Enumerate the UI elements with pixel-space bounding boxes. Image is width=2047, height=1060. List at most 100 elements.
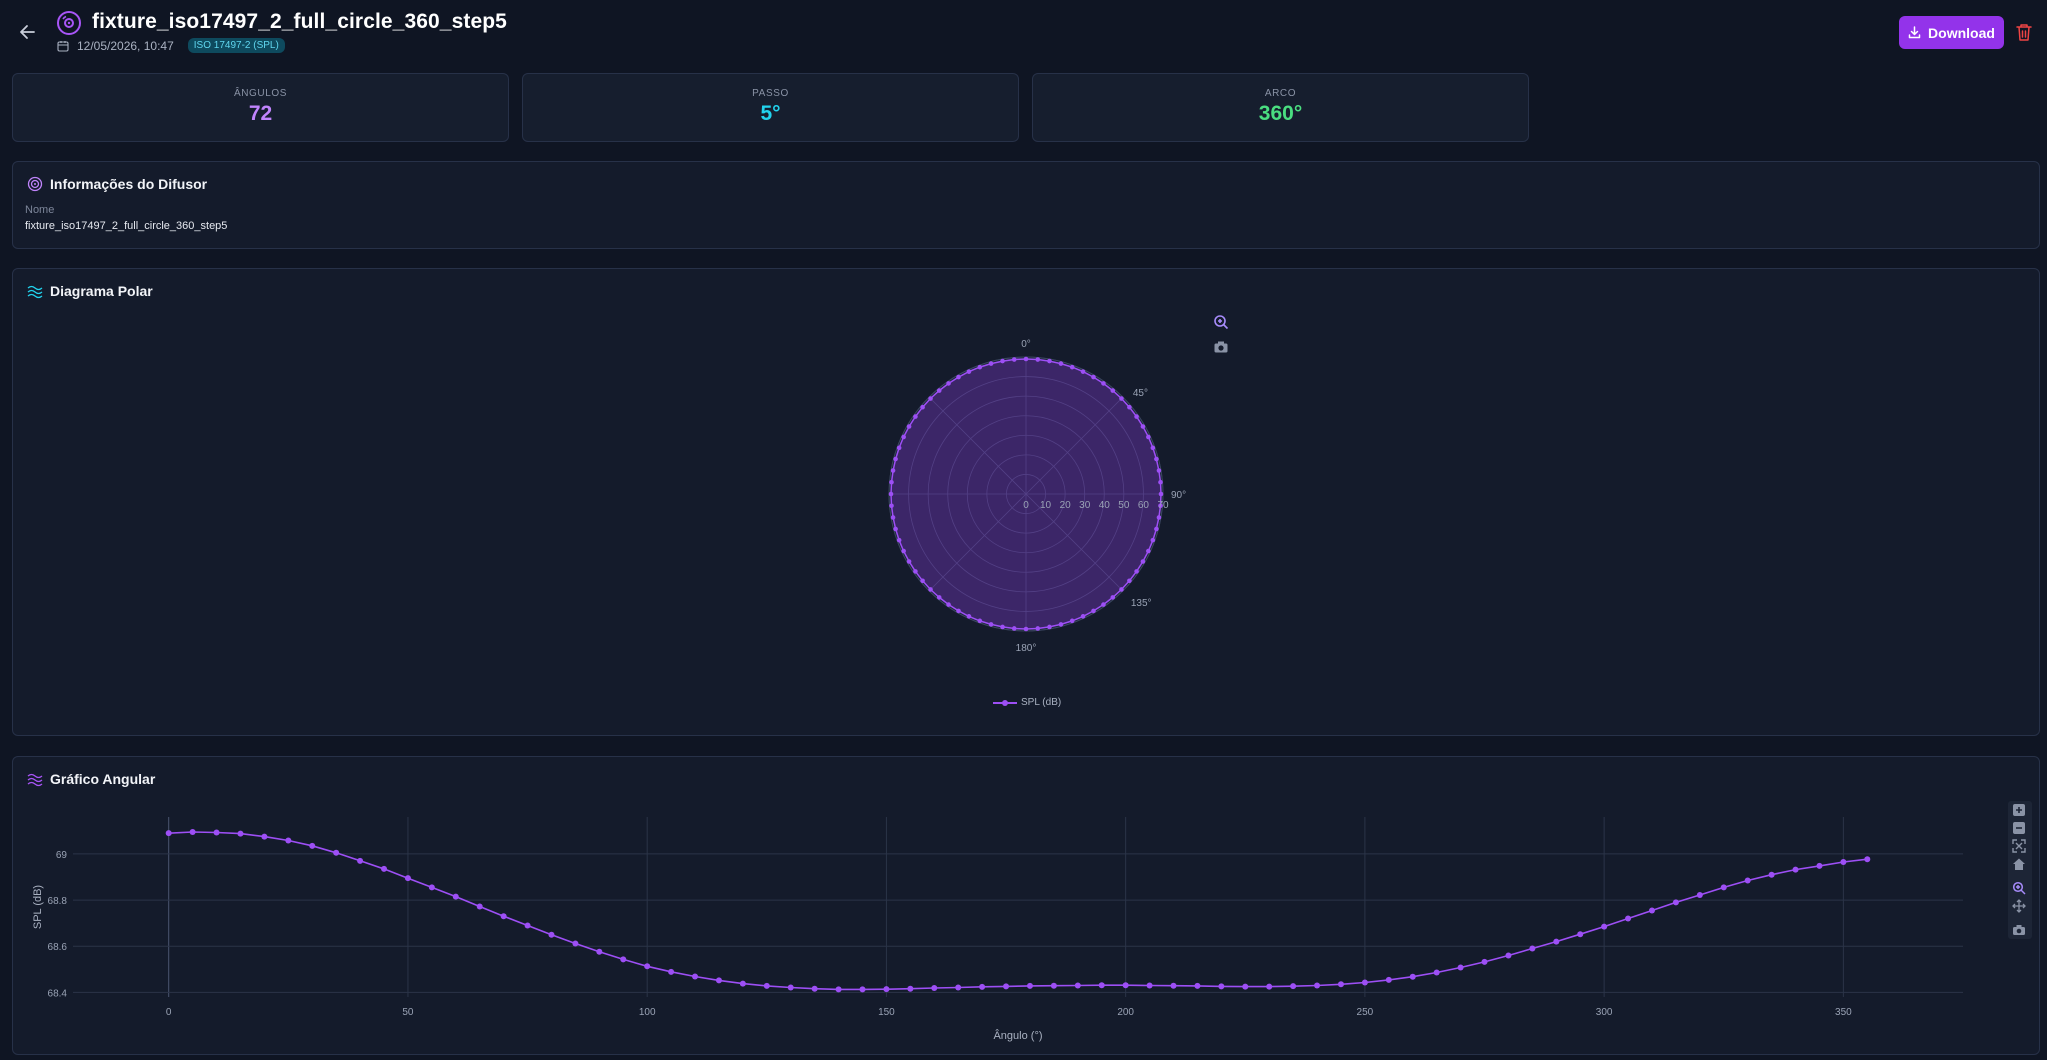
- data-point: [1577, 931, 1584, 938]
- camera-icon[interactable]: [1213, 339, 1229, 355]
- polar-radial-tick: 0: [1023, 500, 1029, 511]
- zoom-out-icon[interactable]: [2012, 821, 2026, 835]
- polar-data-point: [1140, 424, 1146, 429]
- data-point: [620, 956, 627, 963]
- stat-label: ARCO: [1264, 88, 1297, 99]
- speaker-icon: [57, 11, 81, 35]
- y-tick-label: 68.8: [48, 896, 68, 907]
- polar-data-point: [1069, 618, 1075, 624]
- legend-swatch: [993, 699, 1017, 706]
- download-icon: [1908, 26, 1921, 39]
- data-point: [1314, 982, 1321, 989]
- polar-legend[interactable]: SPL (dB): [993, 697, 1061, 708]
- data-point: [1003, 983, 1010, 990]
- data-point: [500, 913, 507, 920]
- polar-data-point: [1158, 479, 1163, 485]
- polar-data-point: [956, 374, 961, 380]
- data-point: [189, 829, 196, 835]
- data-point: [213, 829, 220, 836]
- polar-data-point: [920, 578, 925, 584]
- target-icon: [27, 176, 43, 192]
- polar-angle-tick: 0°: [1021, 339, 1031, 350]
- trash-icon[interactable]: [2015, 22, 2033, 42]
- home-icon[interactable]: [2012, 857, 2026, 871]
- stat-value: 5°: [760, 102, 781, 125]
- data-point: [285, 837, 292, 844]
- data-point: [1768, 871, 1775, 878]
- x-tick-label: 250: [1357, 1007, 1374, 1018]
- data-point: [1098, 982, 1105, 989]
- polar-data-point: [1000, 624, 1005, 630]
- data-point: [1720, 884, 1727, 891]
- standard-badge: ISO 17497-2 (SPL): [187, 38, 285, 53]
- polar-data-point: [913, 569, 918, 574]
- camera-icon[interactable]: [2012, 923, 2026, 937]
- y-axis-title: SPL (dB): [32, 885, 44, 929]
- polar-data-point: [977, 364, 983, 370]
- polar-chart[interactable]: 0 10 20 30 40 50 60 70 0° 45° 90° 135° 180°: [13, 269, 2041, 737]
- panel-title: Informações do Difusor: [27, 176, 207, 192]
- data-point: [548, 931, 555, 938]
- polar-data-point: [1134, 414, 1139, 419]
- data-point: [1625, 915, 1632, 922]
- back-arrow-icon[interactable]: [18, 22, 38, 42]
- data-point: [1266, 983, 1273, 990]
- autoscale-icon[interactable]: [2012, 839, 2026, 853]
- angular-chart-panel: Gráfico Angular 0 50 100 150 200 250 300 350 68.…: [12, 756, 2040, 1055]
- polar-data-point: [928, 587, 933, 592]
- x-tick-label: 50: [402, 1007, 414, 1018]
- polar-data-point: [1127, 404, 1132, 410]
- polar-data-point: [1154, 526, 1159, 532]
- data-point: [1409, 973, 1416, 980]
- data-point: [1457, 964, 1464, 971]
- polar-data-point: [1023, 626, 1029, 632]
- polar-data-point: [1127, 578, 1132, 584]
- polar-data-point: [1156, 468, 1162, 473]
- data-point: [1122, 982, 1129, 989]
- polar-radial-tick: 30: [1079, 500, 1091, 511]
- download-button[interactable]: Download: [1899, 16, 2004, 49]
- y-tick-label: 69: [56, 850, 68, 861]
- calendar-icon: [57, 40, 69, 52]
- polar-angle-tick: 90°: [1171, 490, 1186, 501]
- data-point: [907, 985, 914, 992]
- data-point: [1816, 862, 1823, 869]
- name-value: fixture_iso17497_2_full_circle_360_step5: [25, 220, 228, 232]
- name-label: Nome: [25, 204, 55, 216]
- data-point: [1792, 866, 1799, 873]
- zoom-icon[interactable]: [2012, 881, 2026, 895]
- polar-data-point: [1080, 369, 1086, 374]
- x-tick-label: 100: [639, 1007, 656, 1018]
- polar-data-point: [936, 595, 942, 600]
- data-point: [1553, 938, 1560, 945]
- polar-data-point: [956, 608, 961, 614]
- angular-line-chart[interactable]: 0 50 100 150 200 250 300 350 68.4 68.6 68.8 69 Ângul…: [13, 757, 2041, 1056]
- polar-data-point: [966, 614, 972, 619]
- data-point: [1050, 982, 1057, 989]
- data-point: [955, 984, 962, 991]
- polar-data-point: [901, 548, 906, 554]
- polar-data-point: [1047, 358, 1052, 364]
- polar-data-point: [896, 537, 902, 543]
- page-header: fixture_iso17497_2_full_circle_360_step5…: [0, 0, 2047, 64]
- polar-data-point: [1035, 626, 1041, 631]
- data-point: [1337, 981, 1344, 988]
- data-point: [428, 884, 435, 891]
- polar-radial-tick: 60: [1138, 500, 1150, 511]
- zoom-in-icon[interactable]: [2012, 803, 2026, 817]
- data-point: [1696, 892, 1703, 898]
- polar-data-point: [946, 381, 951, 386]
- pan-icon[interactable]: [2012, 899, 2026, 913]
- x-tick-label: 350: [1835, 1007, 1852, 1018]
- data-point: [1218, 983, 1225, 990]
- polar-data-point: [920, 404, 925, 410]
- polar-radial-tick: 70: [1157, 500, 1169, 511]
- zoom-icon[interactable]: [1213, 314, 1229, 330]
- polar-data-point: [896, 445, 902, 451]
- diffuser-info-panel: Informações do Difusor Nome fixture_iso1…: [12, 161, 2040, 249]
- data-point: [811, 985, 818, 992]
- polar-data-point: [1069, 364, 1075, 370]
- polar-data-point: [906, 559, 912, 564]
- polar-data-point: [906, 424, 912, 429]
- data-point: [524, 922, 531, 929]
